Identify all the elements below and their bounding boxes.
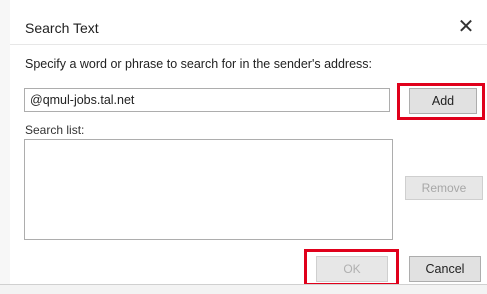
search-prompt-label: Specify a word or phrase to search for i… <box>25 57 373 71</box>
close-icon: ✕ <box>457 15 475 38</box>
remove-button: Remove <box>405 176 483 200</box>
close-button[interactable]: ✕ <box>453 13 479 39</box>
cancel-button[interactable]: Cancel <box>409 256 481 282</box>
add-button-highlight <box>397 83 485 120</box>
dialog-title: Search Text <box>25 20 99 36</box>
search-text-input[interactable]: @qmul-jobs.tal.net <box>24 88 390 112</box>
search-list-label: Search list: <box>25 123 85 137</box>
ok-button-highlight <box>304 249 399 286</box>
title-divider <box>10 44 487 45</box>
search-text-dialog: Search Text ✕ Specify a word or phrase t… <box>10 0 487 286</box>
search-list-box[interactable] <box>24 139 393 240</box>
